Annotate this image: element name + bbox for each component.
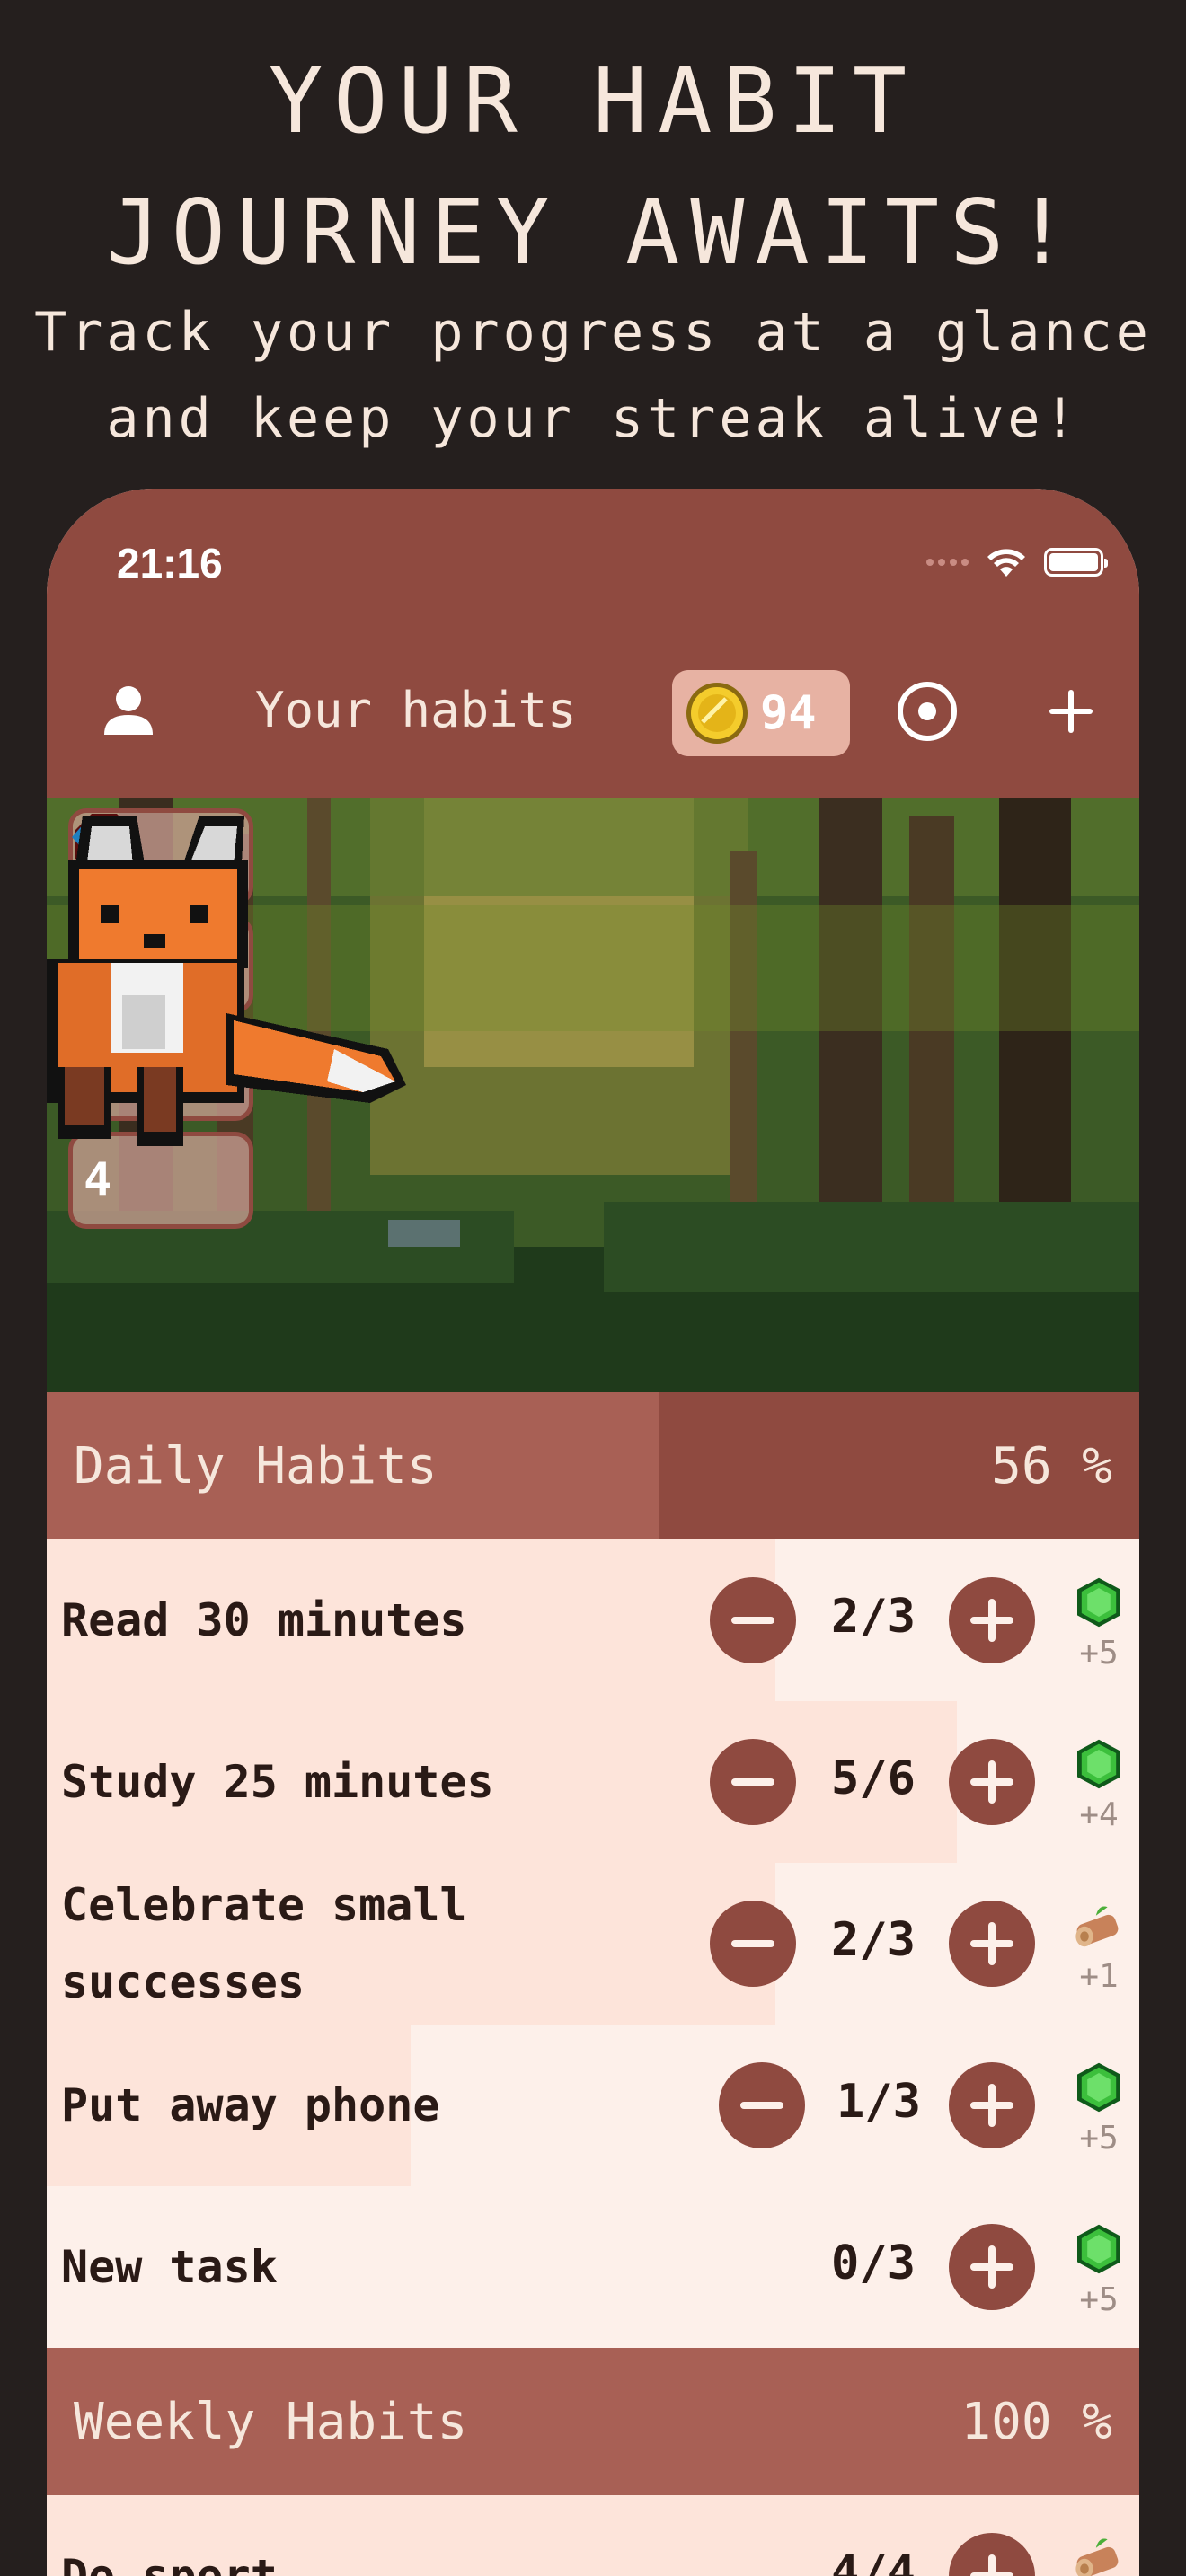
habit-reward: +5 — [1067, 2059, 1130, 2157]
coin-balance[interactable]: 94 — [672, 670, 850, 756]
emerald-icon — [1077, 1577, 1120, 1628]
promo-title-line-2: JOURNEY AWAITS! — [106, 180, 1080, 285]
status-time: 21:16 — [117, 540, 223, 587]
fox-pet[interactable] — [47, 798, 442, 1157]
reward-amount: +5 — [1079, 1635, 1119, 1672]
habit-count: 1/3 — [836, 2075, 921, 2129]
habit-name[interactable]: Do sport — [61, 2495, 708, 2576]
promo-subtitle-line-1: Track your progress at a glance — [34, 301, 1152, 364]
resource-diamond-count: 4 — [84, 1153, 112, 1207]
wifi-icon — [987, 549, 1025, 577]
habit-reward — [1067, 2529, 1130, 2576]
status-icons — [926, 546, 1108, 578]
habit-name[interactable]: New task — [61, 2186, 708, 2348]
emerald-icon — [1077, 2062, 1120, 2113]
habit-count: 5/6 — [831, 1751, 916, 1805]
nav-title: Your habits — [255, 682, 577, 738]
reward-amount: +5 — [1079, 2120, 1119, 2157]
increment-button[interactable] — [949, 1901, 1035, 1987]
target-icon[interactable] — [895, 679, 960, 744]
habit-name[interactable]: Study 25 minutes — [61, 1701, 708, 1863]
habit-count: 4/4 — [831, 2545, 916, 2576]
emerald-icon — [1077, 2224, 1120, 2274]
weekly-habits-header: Weekly Habits 100 % — [47, 2348, 1139, 2495]
habit-row: Celebrate small successes 2/3 +1 — [47, 1863, 1139, 2025]
promo-title: YOUR HABIT JOURNEY AWAITS! — [0, 36, 1186, 298]
daily-habits-percent: 56 % — [991, 1436, 1112, 1495]
habit-row: Do sport 4/4 — [47, 2495, 1139, 2576]
profile-icon[interactable] — [99, 681, 158, 740]
coin-icon — [686, 683, 748, 744]
weekly-habits-percent: 100 % — [960, 2392, 1112, 2451]
promo-subtitle: Track your progress at a glance and keep… — [0, 289, 1186, 462]
habit-name[interactable]: Put away phone — [61, 2025, 708, 2186]
daily-habits-header: Daily Habits 56 % — [47, 1392, 1139, 1539]
battery-icon — [1044, 548, 1108, 577]
log-icon — [1075, 2538, 1119, 2576]
weekly-habits-label: Weekly Habits — [74, 2392, 468, 2451]
increment-button[interactable] — [949, 2062, 1035, 2148]
emerald-icon — [1077, 1739, 1120, 1789]
reward-amount: +1 — [1079, 1958, 1119, 1995]
habit-name[interactable]: Celebrate small successes — [61, 1863, 483, 2025]
habit-row: Put away phone 1/3 +5 — [47, 2025, 1139, 2186]
habit-count: 0/3 — [831, 2236, 916, 2290]
log-icon — [1075, 1906, 1119, 1947]
increment-button[interactable] — [949, 1577, 1035, 1663]
add-habit-icon[interactable] — [1046, 686, 1096, 737]
habit-row: Read 30 minutes 2/3 +5 — [47, 1539, 1139, 1701]
habit-reward: +4 — [1067, 1735, 1130, 1833]
phone-frame: 21:16 Your habits 94 4 Daily Habits 56 %… — [47, 489, 1139, 2576]
increment-button[interactable] — [949, 2224, 1035, 2310]
habit-reward: +5 — [1067, 2220, 1130, 2318]
app-store-screenshot: YOUR HABIT JOURNEY AWAITS! Track your pr… — [0, 0, 1186, 2576]
daily-habits-label: Daily Habits — [74, 1436, 438, 1495]
promo-subtitle-line-2: and keep your streak alive! — [106, 387, 1080, 450]
forest-scene: 78 9 3 — [47, 798, 1139, 1392]
promo-title-line-1: YOUR HABIT — [268, 49, 918, 154]
habit-row: New task 0/3 +5 — [47, 2186, 1139, 2348]
habit-row: Study 25 minutes 5/6 +4 — [47, 1701, 1139, 1863]
habit-reward: +5 — [1067, 1574, 1130, 1672]
decrement-button[interactable] — [710, 1739, 796, 1825]
decrement-button[interactable] — [719, 2062, 805, 2148]
increment-button[interactable] — [949, 1739, 1035, 1825]
reward-amount: +4 — [1079, 1796, 1119, 1833]
habit-name[interactable]: Read 30 minutes — [61, 1539, 708, 1701]
nav-bar: Your habits 94 — [47, 623, 1139, 798]
status-bar: 21:16 — [47, 489, 1139, 623]
habit-count: 2/3 — [831, 1590, 916, 1644]
habit-count: 2/3 — [831, 1913, 916, 1967]
decrement-button[interactable] — [710, 1577, 796, 1663]
signal-dots-icon — [926, 559, 969, 566]
reward-amount: +5 — [1079, 2281, 1119, 2318]
coin-count: 94 — [760, 686, 817, 740]
decrement-button[interactable] — [710, 1901, 796, 1987]
habit-reward: +1 — [1067, 1897, 1130, 1995]
